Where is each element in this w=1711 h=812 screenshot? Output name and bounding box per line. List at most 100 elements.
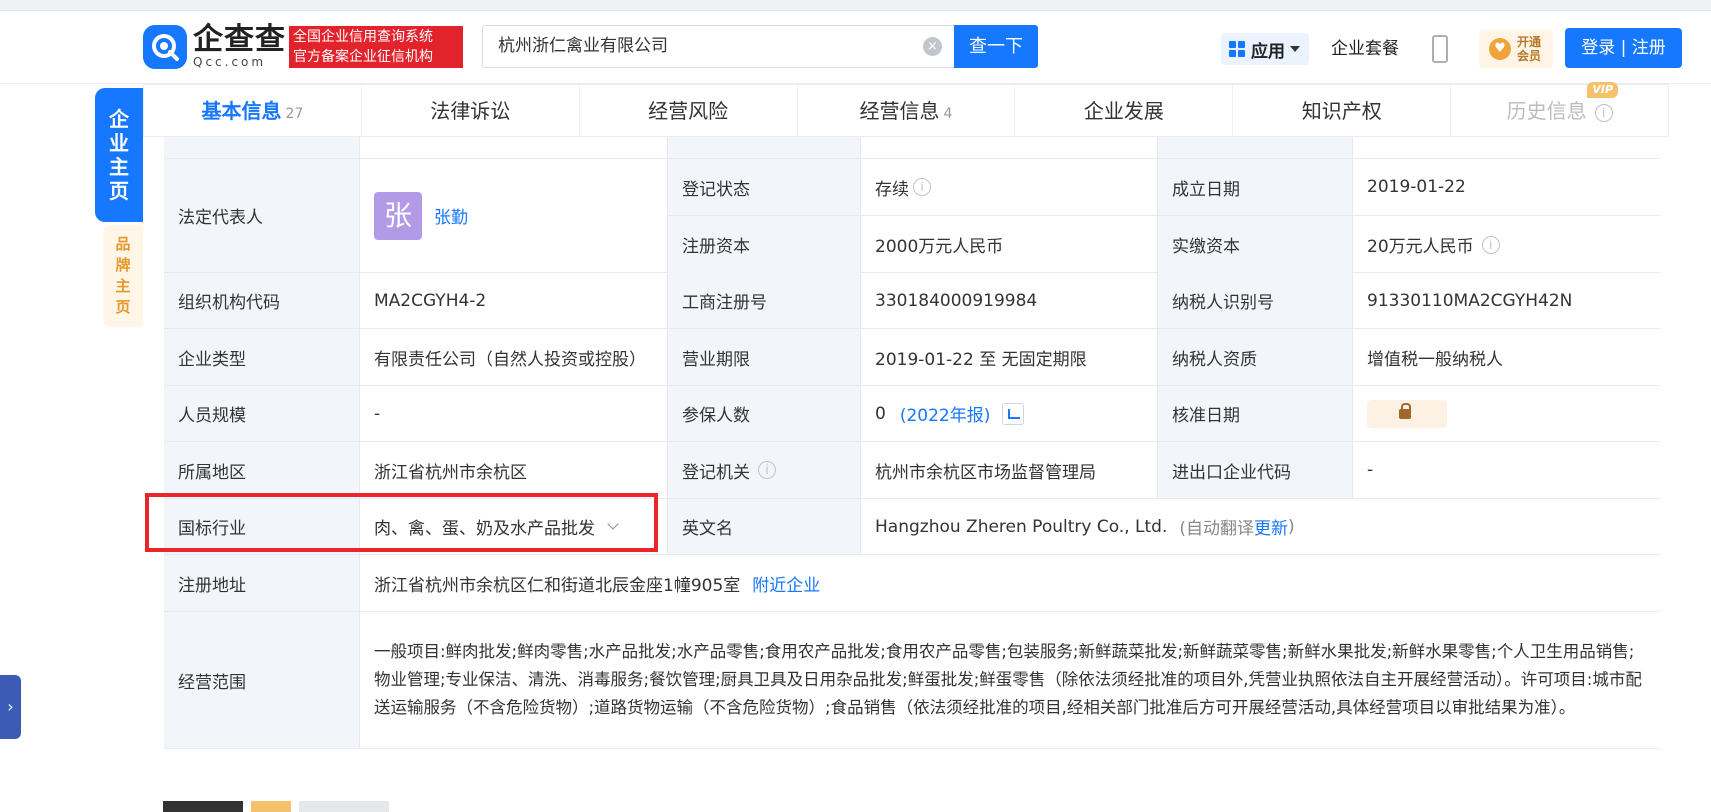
table-cell xyxy=(360,137,668,158)
info-icon[interactable]: i xyxy=(1594,103,1613,122)
taxpayer-id-label: 纳税人识别号 xyxy=(1158,273,1353,328)
chart-icon[interactable] xyxy=(1002,402,1025,425)
tab-business-info[interactable]: 经营信息 4 xyxy=(798,85,1016,136)
address-label: 注册地址 xyxy=(164,555,360,611)
tab-label: 法律诉讼 xyxy=(430,99,511,123)
insured-value: 0 xyxy=(875,403,886,424)
reg-authority-label-text: 登记机关 xyxy=(682,462,750,483)
info-icon[interactable]: i xyxy=(1481,235,1500,254)
table-row: 组织机构代码 MA2CGYH4-2 工商注册号 330184000919984 … xyxy=(164,273,1660,329)
caret-down-icon xyxy=(1290,46,1300,52)
insured-label: 参保人数 xyxy=(668,386,861,441)
table-cell xyxy=(1158,137,1353,158)
logo-chinese-text: 企查查 xyxy=(193,22,286,57)
reg-authority-value: 杭州市余杭区市场监督管理局 xyxy=(861,442,1158,498)
slogan-line-2: 官方备案企业征信机构 xyxy=(293,49,433,65)
search-box xyxy=(482,25,954,68)
site-logo[interactable]: 企查查 Qcc.com xyxy=(143,25,286,69)
region-label: 所属地区 xyxy=(164,442,360,498)
tab-history-info[interactable]: VIP 历史信息 i xyxy=(1451,82,1668,136)
search-input[interactable] xyxy=(498,26,898,67)
org-code-label: 组织机构代码 xyxy=(164,273,360,328)
reg-status-cell: 存续 i xyxy=(861,159,1158,215)
tab-legal-litigation[interactable]: 法律诉讼 xyxy=(362,85,580,136)
table-cell xyxy=(1353,137,1660,158)
vip-tag: VIP xyxy=(1587,82,1619,98)
reg-capital-value: 2000万元人民币 xyxy=(861,216,1158,273)
reg-authority-label: 登记机关 i xyxy=(668,442,861,498)
vip-line-2: 会员 xyxy=(1517,49,1542,63)
taxpayer-qual-label: 纳税人资质 xyxy=(1158,329,1353,385)
auto-translate-suffix: ) xyxy=(1288,516,1295,537)
slogan-line-1: 全国企业信用查询系统 xyxy=(293,29,433,45)
reg-status-value: 存续 xyxy=(875,179,909,200)
clear-icon[interactable]: × xyxy=(923,37,942,56)
table-row: 人员规模 - 参保人数 0 (2022年报) 核准日期 xyxy=(164,386,1660,442)
table-row: 注册资本 2000万元人民币 实缴资本 20万元人民币 i xyxy=(668,216,1660,273)
biz-term-label: 营业期限 xyxy=(668,329,861,385)
vip-locked-value[interactable] xyxy=(1367,399,1447,428)
est-date-value: 2019-01-22 xyxy=(1367,177,1466,197)
grid-icon xyxy=(1229,41,1245,57)
brand-home-nav[interactable]: 品 牌 主 页 xyxy=(103,225,143,327)
staff-size-label: 人员规模 xyxy=(164,386,360,441)
mobile-phone-icon[interactable] xyxy=(1432,35,1448,63)
vip-open-button[interactable]: ♥ 开通 会员 xyxy=(1479,30,1553,68)
scope-value: 一般项目:鲜肉批发;鲜肉零售;水产品批发;水产品零售;食用农产品批发;食用农产品… xyxy=(374,642,1642,717)
reg-capital-label: 注册资本 xyxy=(668,216,861,273)
browser-top-strip xyxy=(0,0,1711,11)
english-name-value: Hangzhou Zheren Poultry Co., Ltd. xyxy=(875,516,1168,537)
tab-company-development[interactable]: 企业发展 xyxy=(1015,85,1234,136)
taxpayer-qual-value: 增值税一般纳税人 xyxy=(1367,349,1503,370)
tab-business-risk[interactable]: 经营风险 xyxy=(580,85,798,136)
tab-count: 4 xyxy=(943,106,953,122)
tab-label: 经营信息 xyxy=(859,99,940,123)
apps-menu-button[interactable]: 应用 xyxy=(1221,33,1309,65)
tab-basic-info[interactable]: 基本信息 27 xyxy=(144,85,362,136)
company-type-label: 企业类型 xyxy=(164,329,360,385)
nav-char: 页 xyxy=(115,298,131,316)
biz-reg-no-value: 330184000919984 xyxy=(861,273,1158,328)
address-value: 浙江省杭州市余杭区仁和街道北辰金座1幢905室 xyxy=(374,575,741,596)
update-translation-link[interactable]: 更新 xyxy=(1254,514,1288,539)
enterprise-package-link[interactable]: 企业套餐 xyxy=(1331,35,1399,63)
apps-label: 应用 xyxy=(1251,41,1285,62)
tab-count: 27 xyxy=(285,106,304,122)
logo-english-text: Qcc.com xyxy=(193,55,267,69)
highlight-annotation-box xyxy=(145,493,658,552)
scope-label: 经营范围 xyxy=(164,612,360,748)
annual-report-link[interactable]: (2022年报) xyxy=(900,401,991,426)
table-cell xyxy=(861,137,1158,158)
english-name-cell: Hangzhou Zheren Poultry Co., Ltd. (自动翻译 … xyxy=(861,499,1660,554)
nearby-companies-link[interactable]: 附近企业 xyxy=(752,571,820,596)
table-row: 经营范围 一般项目:鲜肉批发;鲜肉零售;水产品批发;水产品零售;食用农产品批发;… xyxy=(164,612,1660,749)
login-register-button[interactable]: 登录 | 注册 xyxy=(1565,28,1682,68)
search-button[interactable]: 查一下 xyxy=(954,25,1038,68)
tab-label: 经营风险 xyxy=(648,99,729,123)
nav-char: 企 xyxy=(109,107,129,131)
heart-icon: ♥ xyxy=(1489,38,1511,60)
nav-char: 业 xyxy=(109,131,129,155)
biz-term-value: 2019-01-22 至 无固定期限 xyxy=(861,329,1158,385)
info-icon[interactable]: i xyxy=(913,178,931,196)
table-cell xyxy=(668,137,861,158)
nav-char: 主 xyxy=(115,277,131,295)
nav-char: 牌 xyxy=(115,256,131,274)
sidebar-expand-toggle[interactable]: › xyxy=(0,675,21,739)
table-row: 注册地址 浙江省杭州市余杭区仁和街道北辰金座1幢905室 附近企业 xyxy=(164,555,1660,612)
region-value: 浙江省杭州市余杭区 xyxy=(360,442,668,498)
legal-rep-link[interactable]: 张勤 xyxy=(434,203,468,228)
address-cell: 浙江省杭州市余杭区仁和街道北辰金座1幢905室 附近企业 xyxy=(360,555,1660,611)
tab-intellectual-property[interactable]: 知识产权 xyxy=(1233,85,1452,136)
import-export-label: 进出口企业代码 xyxy=(1158,442,1353,498)
nav-char: 品 xyxy=(115,235,131,253)
tab-label: 历史信息 xyxy=(1506,99,1587,123)
legal-rep-label: 法定代表人 xyxy=(164,159,360,272)
nav-char: 页 xyxy=(109,179,129,203)
info-icon[interactable]: i xyxy=(758,461,776,479)
table-row: 所属地区 浙江省杭州市余杭区 登记机关 i 杭州市余杭区市场监督管理局 进出口企业… xyxy=(164,442,1660,499)
slogan-badge: 全国企业信用查询系统 官方备案企业征信机构 xyxy=(289,26,463,68)
company-home-nav[interactable]: 企 业 主 页 xyxy=(95,88,143,222)
approval-date-cell xyxy=(1353,386,1660,441)
import-export-value: - xyxy=(1367,460,1374,480)
